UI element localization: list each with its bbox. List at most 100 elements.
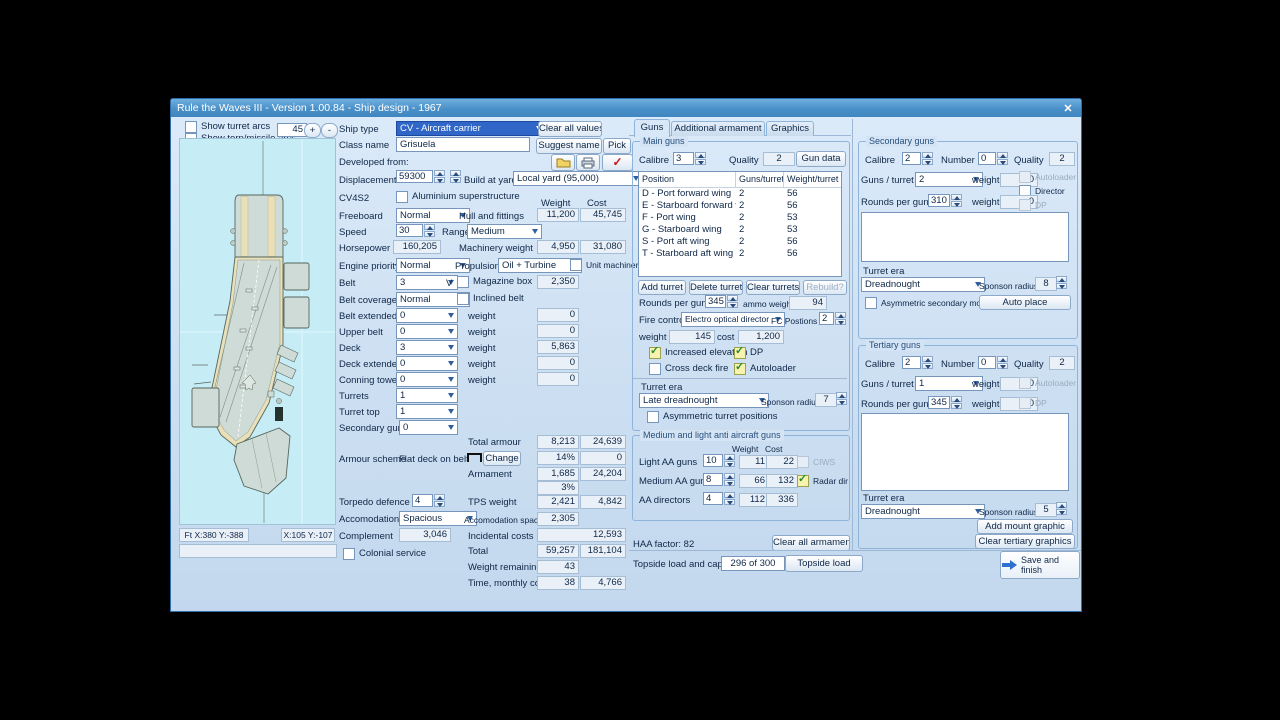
cell-weight[interactable]: 53: [784, 212, 841, 224]
main-sponson-spinner[interactable]: [836, 392, 847, 405]
secondary-mounts-listbox[interactable]: [861, 212, 1069, 262]
spinner-arrows[interactable]: [997, 356, 1008, 369]
spin-up-icon[interactable]: [835, 312, 846, 318]
aa-directors-spinner[interactable]: 4: [703, 492, 735, 505]
spin-down-icon[interactable]: [922, 363, 933, 369]
tertiary-mounts-listbox[interactable]: [861, 413, 1069, 491]
spin-up-icon[interactable]: [922, 356, 933, 362]
cell-weight[interactable]: 56: [784, 188, 841, 200]
delete-turret-button[interactable]: Delete turret: [689, 280, 743, 295]
spin-down-icon[interactable]: [922, 159, 933, 165]
table-header[interactable]: Position: [639, 172, 736, 187]
spinner-arrows[interactable]: [695, 152, 706, 165]
aluminium-superstructure-checkbox[interactable]: Aluminium superstructure: [396, 191, 520, 203]
conning-tower-select[interactable]: 0: [396, 372, 458, 387]
radar-director-checkbox[interactable]: Radar dir: [797, 475, 848, 487]
displacement-spinner[interactable]: 59300: [396, 170, 445, 183]
table-row[interactable]: G - Starboard wing253: [639, 224, 841, 236]
cell-position[interactable]: S - Port aft wing: [639, 236, 736, 248]
spinner-value[interactable]: 0: [978, 356, 996, 369]
spin-up-icon[interactable]: [836, 392, 847, 398]
spinner-arrows[interactable]: [727, 295, 738, 308]
spinner-arrows[interactable]: [997, 152, 1008, 165]
spin-up-icon[interactable]: [922, 152, 933, 158]
clear-tertiary-graphics-button[interactable]: Clear tertiary graphics: [975, 534, 1075, 549]
main-guns-table[interactable]: Position Guns/turret Weight/turret D - P…: [638, 171, 842, 277]
spinner-value[interactable]: 310: [928, 194, 950, 207]
pick-button[interactable]: Pick: [603, 138, 631, 154]
secondary-calibre-spinner[interactable]: 2: [902, 152, 933, 165]
cell-weight[interactable]: 56: [784, 200, 841, 212]
spin-down-icon[interactable]: [450, 177, 461, 183]
turrets-select[interactable]: 1: [396, 388, 458, 403]
spin-down-icon[interactable]: [724, 461, 735, 467]
cell-guns[interactable]: 2: [736, 236, 784, 248]
spin-up-icon[interactable]: [434, 494, 445, 500]
add-turret-button[interactable]: Add turret: [638, 280, 686, 295]
tertiary-rounds-spinner[interactable]: 345: [928, 396, 962, 409]
spinner-value[interactable]: 2: [902, 152, 921, 165]
spinner-value[interactable]: 30: [396, 224, 423, 237]
spin-down-icon[interactable]: [997, 159, 1008, 165]
displacement-fine-spinner[interactable]: [450, 170, 461, 183]
spinner-arrows[interactable]: [951, 396, 962, 409]
table-header[interactable]: Guns/turret: [736, 172, 784, 187]
deck-extended-select[interactable]: 0: [396, 356, 458, 371]
spinner-arrows[interactable]: [922, 356, 933, 369]
cell-guns[interactable]: 2: [736, 212, 784, 224]
colonial-service-checkbox[interactable]: Colonial service: [343, 548, 426, 560]
tertiary-turret-era-select[interactable]: Dreadnought: [861, 504, 985, 519]
spin-down-icon[interactable]: [1056, 283, 1067, 289]
spin-up-icon[interactable]: [997, 356, 1008, 362]
secondary-guns-count-select[interactable]: 0: [399, 420, 458, 435]
spinner-arrows[interactable]: [434, 170, 445, 183]
class-name-input[interactable]: Grisuela: [396, 137, 530, 152]
inclined-belt-checkbox[interactable]: Inclined belt: [457, 293, 524, 305]
turret-top-select[interactable]: 1: [396, 404, 458, 419]
spin-down-icon[interactable]: [724, 499, 735, 505]
asymmetric-secondary-checkbox[interactable]: Asymmetric secondary mounts: [865, 297, 997, 309]
show-turret-arcs-checkbox[interactable]: Show turret arcs: [185, 121, 270, 133]
tertiary-sponson-spinner[interactable]: [1056, 502, 1067, 515]
ship-type-select[interactable]: CV - Aircraft carrier: [396, 121, 546, 136]
spin-down-icon[interactable]: [1056, 509, 1067, 515]
dp-checkbox[interactable]: DP: [734, 347, 763, 359]
medium-aa-spinner[interactable]: 8: [703, 473, 735, 486]
cross-deck-fire-checkbox[interactable]: Cross deck fire: [649, 363, 728, 375]
torpedo-defence-spinner[interactable]: 4: [412, 494, 445, 507]
cell-guns[interactable]: 2: [736, 224, 784, 236]
arc-minus-button[interactable]: -: [321, 123, 338, 138]
clear-all-armament-button[interactable]: Clear all armament: [772, 535, 850, 551]
magazine-box-checkbox[interactable]: Magazine box: [457, 276, 532, 288]
cell-position[interactable]: T - Starboard aft wing: [639, 248, 736, 260]
add-mount-graphic-button[interactable]: Add mount graphic: [977, 519, 1073, 534]
cell-position[interactable]: G - Starboard wing: [639, 224, 736, 236]
fc-positions-spinner[interactable]: 2: [819, 312, 846, 325]
spinner-arrows[interactable]: [424, 224, 435, 237]
main-rounds-spinner[interactable]: 345: [705, 295, 738, 308]
secondary-turret-era-select[interactable]: Dreadnought: [861, 277, 985, 292]
cell-weight[interactable]: 56: [784, 236, 841, 248]
secondary-number-spinner[interactable]: 0: [978, 152, 1008, 165]
spin-down-icon[interactable]: [727, 302, 738, 308]
spinner-value[interactable]: 4: [703, 492, 723, 505]
spin-up-icon[interactable]: [727, 295, 738, 301]
clear-all-values-button[interactable]: Clear all values: [538, 121, 602, 137]
open-folder-button[interactable]: [551, 154, 575, 171]
spinner-value[interactable]: 3: [673, 152, 694, 165]
spinner-arrows[interactable]: [724, 473, 735, 486]
spin-down-icon[interactable]: [836, 399, 847, 405]
spin-down-icon[interactable]: [695, 159, 706, 165]
spinner-value[interactable]: 8: [703, 473, 723, 486]
spin-up-icon[interactable]: [724, 492, 735, 498]
spinner-arrows[interactable]: [951, 194, 962, 207]
increased-elevation-checkbox[interactable]: Increased elevation: [649, 347, 747, 359]
spinner-arrows[interactable]: [835, 312, 846, 325]
spin-up-icon[interactable]: [450, 170, 461, 176]
spin-up-icon[interactable]: [1056, 276, 1067, 282]
spin-up-icon[interactable]: [951, 396, 962, 402]
titlebar[interactable]: Rule the Waves III - Version 1.00.84 - S…: [171, 99, 1081, 117]
confirm-button[interactable]: ✓: [602, 154, 633, 171]
table-row[interactable]: F - Port wing253: [639, 212, 841, 224]
tab-graphics[interactable]: Graphics: [766, 121, 814, 136]
